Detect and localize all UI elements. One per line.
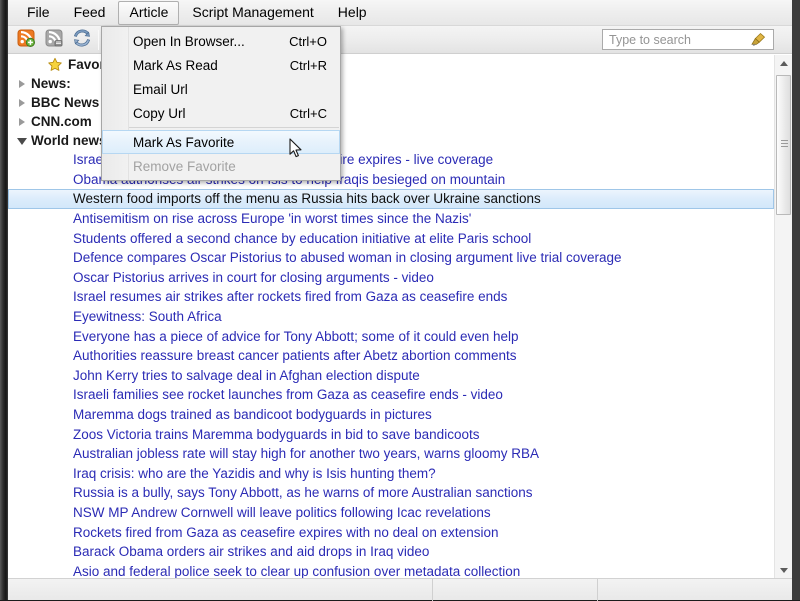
article-row[interactable]: Zoos Victoria trains Maremma bodyguards …	[8, 424, 774, 444]
article-title: Israeli families see rocket launches fro…	[73, 387, 503, 403]
article-title: John Kerry tries to salvage deal in Afgh…	[73, 367, 420, 383]
article-title: Students offered a second chance by educ…	[73, 230, 532, 246]
article-row[interactable]: Israel resumes air strikes after rockets…	[8, 287, 774, 307]
search-input[interactable]	[603, 31, 745, 48]
article-row[interactable]: Iraq crisis: who are the Yazidis and why…	[8, 464, 774, 484]
article-row[interactable]: NSW MP Andrew Cornwell will leave politi…	[8, 503, 774, 523]
article-row[interactable]: Students offered a second chance by educ…	[8, 228, 774, 248]
article-title: Asio and federal police seek to clear up…	[73, 563, 521, 578]
article-title: Eyewitness: South Africa	[73, 309, 222, 325]
article-row[interactable]: Antisemitism on rise across Europe 'in w…	[8, 209, 774, 229]
scrollbar-thumb[interactable]	[776, 75, 791, 215]
menu-item-shortcut: Ctrl+R	[289, 57, 327, 73]
article-title: Zoos Victoria trains Maremma bodyguards …	[73, 426, 480, 442]
article-row[interactable]: Authorities reassure breast cancer patie…	[8, 346, 774, 366]
article-title: Everyone has a piece of advice for Tony …	[73, 328, 519, 344]
refresh-icon	[73, 29, 91, 52]
scrollbar-grip	[781, 140, 788, 150]
article-title: Maremma dogs trained as bandicoot bodygu…	[73, 407, 432, 423]
menu-item-email-url[interactable]: Email Url	[102, 77, 340, 101]
article-title: Israel resumes air strikes after rockets…	[73, 289, 508, 305]
article-row[interactable]: Oscar Pistorius arrives in court for clo…	[8, 268, 774, 288]
tree-item-label: BBC News	[31, 95, 100, 110]
article-row[interactable]: Asio and federal police seek to clear up…	[8, 561, 774, 578]
article-row[interactable]: Eyewitness: South Africa	[8, 307, 774, 327]
menu-item-mark-as-favorite[interactable]: Mark As Favorite	[102, 130, 340, 154]
menu-item-shortcut: Ctrl+O	[289, 33, 327, 49]
menu-bar: File Feed Article Script Management Help	[8, 0, 792, 26]
window-frame: File Feed Article Script Management Help	[0, 0, 800, 601]
status-cell-middle	[433, 578, 598, 601]
menu-help[interactable]: Help	[327, 1, 378, 25]
scroll-down-icon[interactable]	[775, 562, 792, 578]
article-row[interactable]: Barack Obama orders air strikes and aid …	[8, 542, 774, 562]
menu-feed[interactable]: Feed	[63, 1, 117, 25]
article-title: Antisemitism on rise across Europe 'in w…	[73, 211, 472, 227]
menu-separator	[129, 127, 339, 128]
status-bar	[8, 578, 792, 601]
article-title: Western food imports off the menu as Rus…	[73, 191, 541, 207]
vertical-scrollbar[interactable]	[774, 55, 792, 578]
application-window: File Feed Article Script Management Help	[8, 0, 792, 601]
status-cell-left	[8, 578, 433, 601]
feed-button[interactable]	[42, 29, 66, 51]
menu-item-shortcut: Ctrl+C	[289, 105, 327, 121]
article-row-selected[interactable]: Western food imports off the menu as Rus…	[8, 189, 774, 209]
toolbar-separator	[98, 30, 99, 50]
article-title: Defence compares Oscar Pistorius to abus…	[73, 250, 622, 266]
article-title: Australian jobless rate will stay high f…	[73, 446, 539, 462]
tree-item-label: CNN.com	[31, 114, 92, 129]
article-row[interactable]: Australian jobless rate will stay high f…	[8, 444, 774, 464]
menu-item-label: Email Url	[133, 81, 188, 97]
article-row[interactable]: Israeli families see rocket launches fro…	[8, 385, 774, 405]
tree-item-label: News:	[31, 76, 71, 91]
tree-item-label: World news	[31, 133, 107, 148]
feed-icon	[45, 29, 63, 52]
add-feed-icon	[17, 29, 35, 52]
scroll-down-arrow-glyph	[779, 568, 788, 573]
article-row[interactable]: Rockets fired from Gaza as ceasefire exp…	[8, 522, 774, 542]
article-row[interactable]: Maremma dogs trained as bandicoot bodygu…	[8, 405, 774, 425]
article-list: Israel resumes air strikes on Gaza as ce…	[8, 150, 774, 578]
article-title: Oscar Pistorius arrives in court for clo…	[73, 269, 434, 285]
menu-script-management[interactable]: Script Management	[181, 1, 324, 25]
article-row[interactable]: John Kerry tries to salvage deal in Afgh…	[8, 366, 774, 386]
chevron-down-icon[interactable]	[14, 131, 30, 150]
brush-icon[interactable]	[745, 30, 769, 49]
article-title: Russia is a bully, says Tony Abbott, as …	[73, 485, 533, 501]
article-row[interactable]: Everyone has a piece of advice for Tony …	[8, 326, 774, 346]
status-cell-right	[598, 579, 792, 601]
menu-item-label: Open In Browser...	[133, 33, 245, 49]
menu-article[interactable]: Article	[118, 0, 180, 25]
menu-item-remove-favorite: Remove Favorite	[102, 154, 340, 178]
star-icon	[46, 56, 64, 74]
chevron-right-icon[interactable]	[14, 74, 30, 93]
menu-item-copy-url[interactable]: Copy Url Ctrl+C	[102, 101, 340, 125]
menu-item-mark-as-read[interactable]: Mark As Read Ctrl+R	[102, 53, 340, 77]
chevron-right-icon[interactable]	[14, 93, 30, 112]
menu-file[interactable]: File	[16, 1, 61, 25]
refresh-button[interactable]	[70, 29, 94, 51]
scroll-up-icon[interactable]	[775, 55, 792, 72]
article-title: NSW MP Andrew Cornwell will leave politi…	[73, 504, 491, 520]
article-title: Barack Obama orders air strikes and aid …	[73, 544, 430, 560]
article-dropdown-menu: Open In Browser... Ctrl+O Mark As Read Ctrl…	[101, 26, 341, 181]
tree-expander-spacer	[30, 55, 46, 74]
article-title: Iraq crisis: who are the Yazidis and why…	[73, 465, 436, 481]
menu-item-label: Remove Favorite	[133, 158, 236, 174]
add-feed-button[interactable]	[14, 29, 38, 51]
menu-item-label: Mark As Favorite	[133, 134, 235, 150]
search-box[interactable]	[602, 29, 774, 50]
menu-item-open-in-browser[interactable]: Open In Browser... Ctrl+O	[102, 29, 340, 53]
article-row[interactable]: Defence compares Oscar Pistorius to abus…	[8, 248, 774, 268]
chevron-right-icon[interactable]	[14, 112, 30, 131]
scroll-up-arrow-glyph	[779, 61, 788, 66]
article-title: Authorities reassure breast cancer patie…	[73, 348, 517, 364]
menu-item-label: Mark As Read	[133, 57, 218, 73]
menu-item-label: Copy Url	[133, 105, 186, 121]
article-title: Rockets fired from Gaza as ceasefire exp…	[73, 524, 499, 540]
article-row[interactable]: Russia is a bully, says Tony Abbott, as …	[8, 483, 774, 503]
